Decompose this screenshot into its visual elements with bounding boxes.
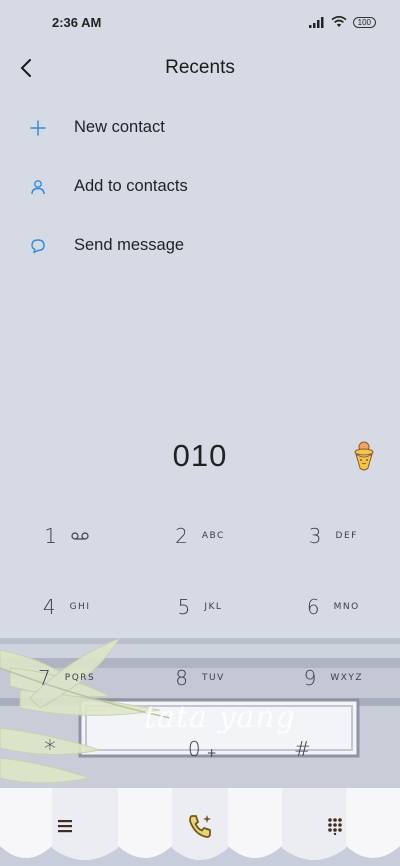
wifi-icon <box>331 16 347 27</box>
key-8[interactable]: 8 TUV <box>133 642 266 713</box>
key-letters: + <box>206 745 219 760</box>
page-title: Recents <box>165 57 235 78</box>
chat-bubble-icon <box>28 236 48 256</box>
key-letters: DEF <box>335 530 358 541</box>
plus-icon <box>28 118 48 138</box>
bottom-bar <box>0 788 400 866</box>
number-display: 010 <box>0 432 400 480</box>
key-3[interactable]: 3 DEF <box>267 500 400 571</box>
battery-icon: 100 <box>352 16 376 28</box>
key-4[interactable]: 4 GHI <box>0 571 133 642</box>
dialpad-button[interactable] <box>315 806 355 846</box>
menu-icon <box>58 820 72 833</box>
phone-call-icon <box>189 815 211 838</box>
key-digit: 6 <box>306 594 320 619</box>
key-letters: JKL <box>204 601 223 612</box>
action-label: Send message <box>74 236 185 254</box>
key-2[interactable]: 2 ABC <box>133 500 266 571</box>
key-digit: 1 <box>44 523 58 548</box>
action-list: New contact Add to contacts Send message <box>0 98 400 275</box>
chevron-left-icon <box>20 59 31 77</box>
action-label: New contact <box>74 118 165 136</box>
status-time: 2:36 AM <box>52 14 102 30</box>
key-digit: 3 <box>308 523 322 548</box>
key-9[interactable]: 9 WXYZ <box>267 642 400 713</box>
key-digit: 7 <box>38 665 51 690</box>
call-button[interactable] <box>180 806 220 846</box>
key-digit: 9 <box>303 665 317 690</box>
key-digit: * <box>44 734 56 763</box>
key-digit: 0 <box>187 736 201 761</box>
key-hash[interactable]: # <box>256 713 400 784</box>
key-7[interactable]: 7 PQRS <box>0 642 133 713</box>
key-star[interactable]: * <box>0 713 150 784</box>
key-5[interactable]: 5 JKL <box>133 571 266 642</box>
key-row: 1 2 ABC 3 DEF <box>0 500 400 571</box>
key-digit: 4 <box>42 594 56 619</box>
key-row: 7 PQRS 8 TUV 9 WXYZ <box>0 642 400 713</box>
status-bar: 2:36 AM 100 <box>0 0 400 44</box>
send-message-button[interactable]: Send message <box>0 216 400 275</box>
key-row: * 0 + # <box>0 713 400 784</box>
header: Recents <box>0 48 400 88</box>
key-letters: WXYZ <box>330 672 364 683</box>
key-6[interactable]: 6 MNO <box>267 571 400 642</box>
menu-button[interactable] <box>45 806 85 846</box>
key-digit: 2 <box>175 523 188 548</box>
dialpad-icon <box>328 818 342 835</box>
key-1[interactable]: 1 <box>0 500 133 571</box>
key-letters: GHI <box>69 601 91 612</box>
key-letters: TUV <box>201 672 225 683</box>
key-digit: 5 <box>177 594 191 619</box>
person-icon <box>28 177 48 197</box>
key-digit: # <box>294 736 311 761</box>
status-icons: 100 <box>308 16 376 28</box>
signal-icon <box>308 16 324 28</box>
key-digit: 8 <box>175 665 188 690</box>
add-to-contacts-button[interactable]: Add to contacts <box>0 157 400 216</box>
dial-keypad: 1 2 ABC 3 DEF 4 GHI 5 JKL 6 MNO 7 PQRS 8… <box>0 500 400 784</box>
action-label: Add to contacts <box>74 177 188 195</box>
new-contact-button[interactable]: New contact <box>0 98 400 157</box>
key-row: 4 GHI 5 JKL 6 MNO <box>0 571 400 642</box>
key-letters: MNO <box>333 601 360 612</box>
dialed-number[interactable]: 010 <box>173 438 228 474</box>
key-letters: PQRS <box>64 672 96 683</box>
voicemail-icon <box>71 531 89 540</box>
key-0[interactable]: 0 + <box>150 713 256 784</box>
back-button[interactable] <box>10 52 42 84</box>
ice-cream-sticker[interactable] <box>350 438 378 474</box>
key-letters: ABC <box>201 530 225 541</box>
